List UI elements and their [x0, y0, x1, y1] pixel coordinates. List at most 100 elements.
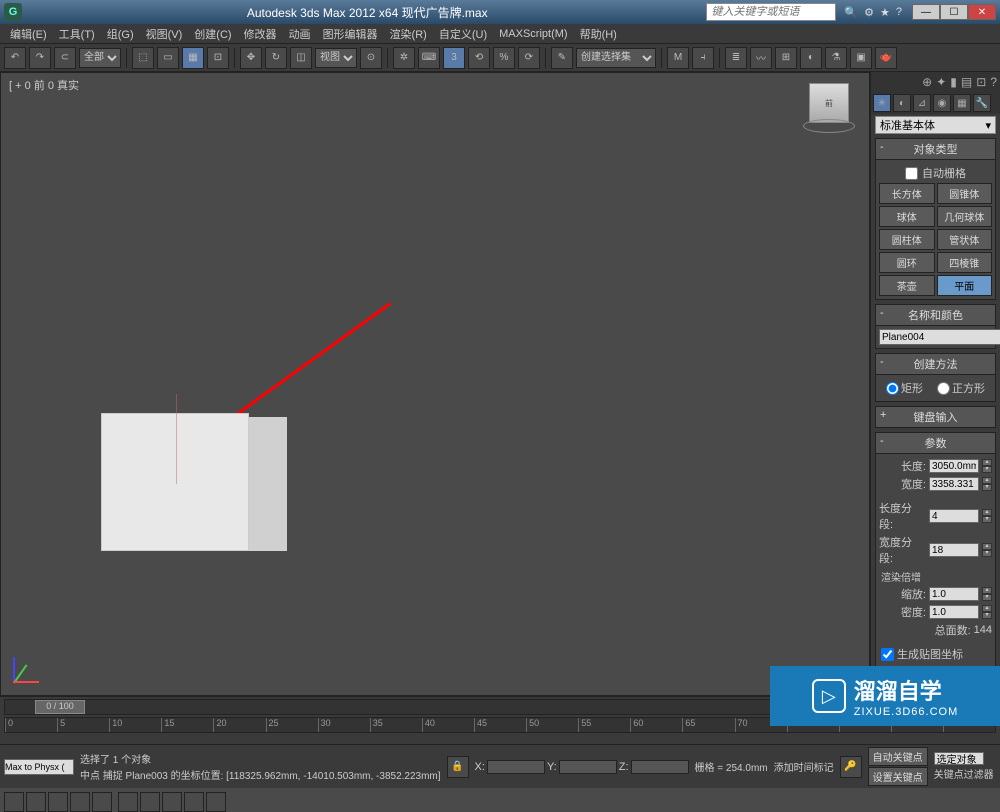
goto-end-button[interactable]	[92, 792, 112, 812]
y-coord-input[interactable]	[559, 760, 617, 774]
zoom-button[interactable]	[140, 792, 160, 812]
rollout-parameters[interactable]: -参数	[875, 432, 996, 454]
lock-selection-button[interactable]: 🔒	[447, 756, 469, 778]
edit-named-sel-button[interactable]: ✎	[551, 47, 573, 69]
goto-start-button[interactable]	[4, 792, 24, 812]
window-crossing-button[interactable]: ⊡	[207, 47, 229, 69]
new-plane-object[interactable]	[101, 413, 249, 551]
torus-button[interactable]: 圆环	[879, 252, 935, 273]
sphere-button[interactable]: 球体	[879, 206, 935, 227]
width-input[interactable]	[929, 477, 979, 491]
menu-graph[interactable]: 图形编辑器	[317, 24, 384, 44]
scale-spinner[interactable]: ▴▾	[982, 587, 992, 601]
box-button[interactable]: 长方体	[879, 183, 935, 204]
close-button[interactable]: ✕	[968, 4, 996, 20]
select-button[interactable]: ⬚	[132, 47, 154, 69]
pan-button[interactable]	[118, 792, 138, 812]
x-coord-input[interactable]	[487, 760, 545, 774]
ref-coord-select[interactable]: 视图	[315, 48, 357, 68]
create-tab[interactable]: ✳	[873, 94, 891, 112]
lseg-spinner[interactable]: ▴▾	[982, 509, 992, 523]
width-spinner[interactable]: ▴▾	[982, 477, 992, 491]
help-panel-icon[interactable]: ?	[990, 75, 997, 89]
object-name-input[interactable]	[879, 329, 1000, 345]
utilities-tab[interactable]: 🔧	[973, 94, 991, 112]
schematic-button[interactable]: ⊞	[775, 47, 797, 69]
render-button[interactable]: 🫖	[875, 47, 897, 69]
lock-ui-icon[interactable]: ⊕	[922, 75, 932, 89]
render-setup-button[interactable]: ⚗	[825, 47, 847, 69]
manipulate-button[interactable]: ✲	[393, 47, 415, 69]
density-input[interactable]	[929, 605, 979, 619]
mirror-button[interactable]: M	[667, 47, 689, 69]
segmented-plane-object[interactable]	[249, 417, 287, 551]
maximize-viewport-button[interactable]	[206, 792, 226, 812]
menu-help[interactable]: 帮助(H)	[574, 24, 623, 44]
menu-tools[interactable]: 工具(T)	[53, 24, 101, 44]
width-segs-input[interactable]	[929, 543, 979, 557]
setkey-button[interactable]: 设置关键点	[868, 767, 928, 786]
teapot-button[interactable]: 茶壶	[879, 275, 935, 296]
pivot-button[interactable]: ⊙	[360, 47, 382, 69]
menu-render[interactable]: 渲染(R)	[384, 24, 433, 44]
cylinder-button[interactable]: 圆柱体	[879, 229, 935, 250]
scale-input[interactable]	[929, 587, 979, 601]
z-coord-input[interactable]	[631, 760, 689, 774]
redo-button[interactable]: ↷	[29, 47, 51, 69]
help-search-input[interactable]	[706, 3, 836, 21]
connect-icon[interactable]: ⚙	[864, 6, 874, 19]
key-icon[interactable]: 🔑	[840, 756, 862, 778]
primitive-category-select[interactable]: 标准基本体▾	[875, 116, 996, 134]
autogrid-checkbox[interactable]	[905, 167, 918, 180]
favorite-icon[interactable]: ★	[880, 6, 890, 19]
layer-manager-button[interactable]: ≣	[725, 47, 747, 69]
pyramid-button[interactable]: 四棱锥	[937, 252, 993, 273]
link-button[interactable]: ⊂	[54, 47, 76, 69]
angle-snap-button[interactable]: ⟲	[468, 47, 490, 69]
named-sel-select[interactable]: 创建选择集	[576, 48, 656, 68]
scale-button[interactable]: ◫	[290, 47, 312, 69]
viewcube[interactable]: 前	[809, 83, 849, 123]
play-button[interactable]	[48, 792, 68, 812]
curve-editor-button[interactable]: 〰	[750, 47, 772, 69]
config-icon[interactable]: ✦	[936, 75, 946, 89]
rollout-name-color[interactable]: -名称和颜色	[875, 304, 996, 326]
minimize-button[interactable]: —	[912, 4, 940, 20]
select-region-button[interactable]: ▦	[182, 47, 204, 69]
display-tab[interactable]: ▦	[953, 94, 971, 112]
autokey-button[interactable]: 自动关键点	[868, 747, 928, 766]
menu-modifiers[interactable]: 修改器	[238, 24, 283, 44]
length-segs-input[interactable]	[929, 509, 979, 523]
menu-group[interactable]: 组(G)	[101, 24, 140, 44]
key-selset-input[interactable]	[934, 752, 984, 765]
material-editor-button[interactable]: ◐	[800, 47, 822, 69]
maxscript-mini-listener[interactable]	[4, 759, 74, 775]
length-spinner[interactable]: ▴▾	[982, 459, 992, 473]
tube-button[interactable]: 管状体	[937, 229, 993, 250]
square-radio[interactable]: 正方形	[937, 380, 985, 396]
cone-button[interactable]: 圆锥体	[937, 183, 993, 204]
menu-maxscript[interactable]: MAXScript(M)	[493, 26, 573, 42]
display-icon[interactable]: ▤	[961, 75, 972, 89]
hierarchy-tab[interactable]: ⊿	[913, 94, 931, 112]
rollout-keyboard-entry[interactable]: +键盘输入	[875, 406, 996, 428]
key-filter-button[interactable]: 关键点过滤器	[934, 766, 994, 781]
rollout-object-type[interactable]: -对象类型	[875, 138, 996, 160]
motion-tab[interactable]: ◉	[933, 94, 951, 112]
menu-create[interactable]: 创建(C)	[188, 24, 237, 44]
plane-button[interactable]: 平面	[937, 275, 993, 296]
density-spinner[interactable]: ▴▾	[982, 605, 992, 619]
next-frame-button[interactable]	[70, 792, 90, 812]
modify-tab[interactable]: ◐	[893, 94, 911, 112]
time-slider[interactable]: 0 / 100	[35, 700, 85, 714]
undo-button[interactable]: ↶	[4, 47, 26, 69]
select-name-button[interactable]: ▭	[157, 47, 179, 69]
viewport[interactable]: [ + 0 前 0 真实 前	[0, 72, 870, 696]
orbit-button[interactable]	[184, 792, 204, 812]
prev-frame-button[interactable]	[26, 792, 46, 812]
help-icon[interactable]: ?	[896, 6, 902, 19]
rotate-button[interactable]: ↻	[265, 47, 287, 69]
snap-toggle[interactable]: 3	[443, 47, 465, 69]
keyboard-button[interactable]: ⌨	[418, 47, 440, 69]
menu-view[interactable]: 视图(V)	[140, 24, 189, 44]
